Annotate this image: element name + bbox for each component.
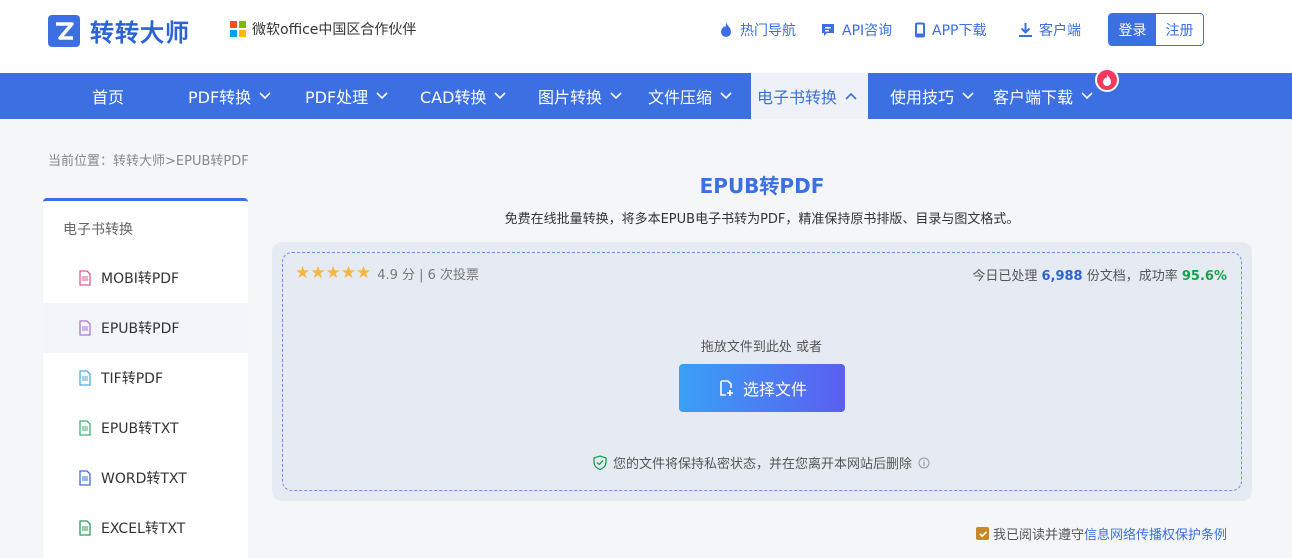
agreement-prefix: 我已阅读并遵守 [993,528,1085,543]
auth-group: 登录 注册 [1108,13,1204,46]
sidebar-item-epub-to-pdf[interactable]: EPUB转PDF [43,303,248,353]
file-icon [77,520,93,536]
file-icon [77,370,93,386]
header: 转转大师 微软office中国区合作伙伴 热门导航 API咨询 APP下载 客户… [0,0,1292,73]
file-icon [77,320,93,336]
nav-client-download[interactable]: 客户端下载 [993,73,1093,119]
drop-zone[interactable]: ★★★★★ 4.9 分 | 6 次投票 今日已处理 6,988 份文档，成功率 … [282,252,1242,491]
daily-stats: 今日已处理 6,988 份文档，成功率 95.6% [972,265,1227,284]
agreement: 我已阅读并遵守 信息网络传播权保护条例 [976,524,1227,543]
nav-home[interactable]: 首页 [92,73,124,119]
brand-logo[interactable]: 转转大师 [48,13,190,48]
sidebar-item-label: EPUB转PDF [101,321,180,337]
sidebar-item-mobi-to-pdf[interactable]: MOBI转PDF [43,253,248,303]
nav-label: 客户端下载 [993,88,1074,107]
sidebar-item-label: EXCEL转TXT [101,521,186,537]
sidebar-title: 电子书转换 [63,222,133,238]
nav-pdf-process[interactable]: PDF处理 [305,73,388,119]
nav-pdf-convert[interactable]: PDF转换 [188,73,271,119]
topnav-client[interactable]: 客户端 [1018,20,1081,40]
topnav-label: API咨询 [842,23,893,39]
rating-score: 4.9 分 | 6 次投票 [377,267,480,283]
stats-prefix: 今日已处理 [972,269,1038,284]
processed-count: 6,988 [1041,269,1083,284]
info-icon[interactable] [918,457,930,469]
nav-label: 文件压缩 [648,88,713,107]
register-button[interactable]: 注册 [1156,14,1203,45]
topnav-api[interactable]: API咨询 [820,20,892,40]
phone-icon [914,22,926,38]
chevron-down-icon [259,92,271,100]
privacy-text: 您的文件将保持私密状态，并在您离开本网站后删除 [612,457,912,472]
add-file-icon [717,379,735,397]
nav-label: 电子书转换 [757,88,838,107]
sidebar-item-label: EPUB转TXT [101,421,179,437]
microsoft-logo-icon [230,21,246,37]
nav-cad-convert[interactable]: CAD转换 [420,73,507,119]
drop-hint: 拖放文件到此处 或者 [700,340,823,355]
star-rating-icon[interactable]: ★★★★★ [295,263,371,283]
nav-ebook-convert[interactable]: 电子书转换 [751,73,868,119]
nav-label: 图片转换 [538,88,603,107]
file-icon [77,420,93,436]
rating: ★★★★★ 4.9 分 | 6 次投票 [295,263,479,283]
topnav-label: 客户端 [1039,23,1081,39]
nav-label: PDF处理 [305,88,369,107]
shield-check-icon [593,455,607,470]
stats-middle: 份文档，成功率 [1086,269,1178,284]
sidebar-item-epub-to-txt[interactable]: EPUB转TXT [43,403,248,453]
sidebar-item-word-to-txt[interactable]: WORD转TXT [43,453,248,503]
select-file-button[interactable]: 选择文件 [679,364,845,412]
login-button[interactable]: 登录 [1109,14,1156,45]
agreement-checkbox[interactable] [976,527,989,540]
breadcrumb: 当前位置：转转大师>EPUB转PDF [48,154,249,169]
chevron-down-icon [720,92,732,100]
topnav-app[interactable]: APP下载 [914,20,986,40]
page-title: EPUB转PDF [699,174,825,198]
sidebar-item-label: MOBI转PDF [101,271,180,287]
nav-file-compress[interactable]: 文件压缩 [648,73,732,119]
chevron-down-icon [1081,92,1093,100]
nav-label: PDF转换 [188,88,252,107]
chevron-down-icon [494,92,507,100]
download-icon [1018,22,1033,38]
nav-label: CAD转换 [420,88,487,107]
chevron-down-icon [376,92,388,100]
partner-text: 微软office中国区合作伙伴 [252,22,417,38]
file-icon [77,470,93,486]
nav-image-convert[interactable]: 图片转换 [538,73,622,119]
page-subtitle: 免费在线批量转换，将多本EPUB电子书转为PDF，精准保持原书排版、目录与图文格… [504,212,1020,227]
nav-label: 使用技巧 [890,88,955,107]
success-rate: 95.6% [1181,269,1227,284]
privacy-note: 您的文件将保持私密状态，并在您离开本网站后删除 [283,453,1240,472]
logo-z-icon [48,14,80,47]
upload-panel: ★★★★★ 4.9 分 | 6 次投票 今日已处理 6,988 份文档，成功率 … [272,242,1252,501]
select-file-label: 选择文件 [742,380,807,399]
file-icon [77,270,93,286]
topnav-label: APP下载 [932,23,987,39]
sidebar-item-label: TIF转PDF [101,371,164,387]
nav-tips[interactable]: 使用技巧 [890,73,974,119]
topnav-hot[interactable]: 热门导航 [718,20,796,40]
partner-badge: 微软office中国区合作伙伴 [230,19,416,39]
chevron-up-icon [845,92,857,100]
nav-label: 首页 [92,88,125,107]
brand-name: 转转大师 [90,19,190,47]
sidebar-item-excel-to-txt[interactable]: EXCEL转TXT [43,503,248,553]
chevron-down-icon [610,92,622,100]
hot-flame-badge-icon [1095,68,1119,92]
chevron-down-icon [962,92,974,100]
flame-icon [718,21,734,39]
sidebar-item-tif-to-pdf[interactable]: TIF转PDF [43,353,248,403]
topnav-label: 热门导航 [740,23,796,39]
sidebar-item-label: WORD转TXT [101,471,187,487]
chat-icon [820,22,836,38]
agreement-link[interactable]: 信息网络传播权保护条例 [1084,524,1227,543]
sidebar: 电子书转换 MOBI转PDF EPUB转PDF TIF转PDF EPUB转TXT… [43,198,248,558]
